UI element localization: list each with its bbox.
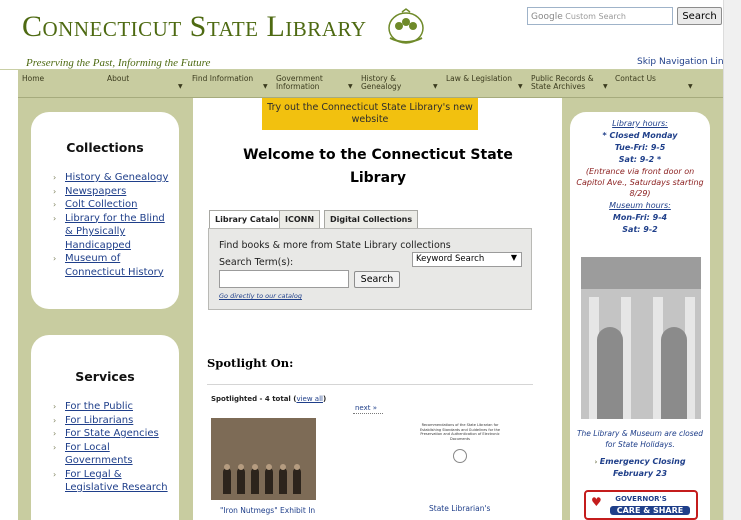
services-box: Services › For the Public › For Librarians…	[31, 335, 179, 520]
tagline: Preserving the Past, Informing the Futur…	[26, 57, 211, 69]
bullet-icon: ›	[53, 442, 57, 452]
document-thumbnail[interactable]: Recommendations of the State Librarian f…	[414, 423, 506, 503]
spotlight-heading: Spotlight On:	[207, 356, 294, 370]
library-hours-link[interactable]: Library hours:	[570, 118, 710, 129]
divider	[207, 384, 533, 385]
chevron-down-icon: ▼	[603, 83, 608, 90]
hours-box: Library hours: * Closed Monday Tue-Fri: …	[570, 112, 710, 520]
chevron-down-icon: ▼	[178, 83, 183, 90]
right-sidebar: Library hours: * Closed Monday Tue-Fri: …	[562, 98, 723, 520]
view-all-link[interactable]: view all	[296, 395, 323, 403]
hours-sat: Sat: 9-2 *	[618, 155, 662, 164]
search-term-label: Search Term(s):	[219, 257, 294, 268]
museum-hours-sat: Sat: 9-2	[622, 225, 658, 234]
collections-title: Collections	[66, 140, 144, 155]
services-item[interactable]: › For Legal & Legislative Research	[53, 468, 171, 495]
nav-government-information[interactable]: Government Information	[276, 75, 331, 91]
services-title: Services	[75, 369, 135, 384]
chevron-down-icon: ▼	[433, 83, 438, 90]
state-seal-icon	[388, 8, 424, 44]
bullet-icon: ›	[53, 469, 57, 479]
collections-item[interactable]: › History & Genealogy	[53, 171, 171, 185]
services-item[interactable]: › For State Agencies	[53, 427, 171, 441]
bullet-icon: ›	[53, 429, 57, 438]
bullet-icon: ›	[53, 402, 57, 411]
chevron-down-icon: ▼	[348, 83, 353, 90]
hours-tue-fri: Tue-Fri: 9-5	[614, 143, 666, 152]
holiday-notice: The Library & Museum are closed for Stat…	[576, 429, 704, 449]
governors-care-share-banner[interactable]: ♥ GOVERNOR'S CARE & SHARE	[584, 490, 698, 520]
seal-icon	[453, 449, 467, 463]
tab-iconn[interactable]: ICONN	[279, 210, 321, 228]
collections-box: Collections › History & Genealogy › Newspa…	[31, 112, 179, 309]
site-title[interactable]: Connecticut State Library	[22, 10, 367, 44]
services-item[interactable]: › For Local Governments	[53, 441, 171, 468]
chevron-down-icon: ▼	[518, 83, 523, 90]
hours-closed-monday: * Closed Monday	[602, 131, 678, 140]
services-item[interactable]: › For the Public	[53, 400, 171, 414]
spotlight-count: Spotlighted - 4 total (view all)	[211, 395, 327, 403]
library-building-photo	[581, 257, 701, 419]
main-content: Try out the Connecticut State Library's …	[193, 98, 562, 520]
site-header: Connecticut State Library Preserving the…	[0, 0, 741, 70]
catalog-description: Find books & more from State Library col…	[219, 240, 451, 251]
collections-item[interactable]: › Library for the Blind & Physically Hand…	[53, 212, 171, 253]
go-to-catalog-link[interactable]: Go directly to our catalog	[219, 292, 302, 300]
search-type-value: Keyword Search	[416, 254, 485, 264]
entrance-note: (Entrance via front door on Capitol Ave.…	[576, 167, 704, 198]
bullet-icon: ›	[53, 173, 57, 182]
chevron-down-icon: ▼	[510, 253, 517, 262]
spotlight-caption-1[interactable]: "Iron Nutmegs" Exhibit In	[220, 506, 315, 515]
search-input[interactable]: Google Custom Search	[527, 7, 673, 25]
bullet-icon: ›	[53, 200, 57, 209]
nav-find-information[interactable]: Find Information	[192, 75, 262, 83]
search-term-input[interactable]	[219, 270, 349, 288]
nav-history-genealogy[interactable]: History & Genealogy	[361, 75, 436, 91]
chevron-down-icon: ▼	[263, 83, 268, 90]
bullet-icon: ›	[53, 415, 57, 425]
nav-law-legislation[interactable]: Law & Legislation	[446, 75, 518, 83]
museum-hours-weekday: Mon-Fri: 9-4	[612, 213, 668, 222]
search-placeholder: Custom Search	[565, 12, 626, 21]
catalog-search-panel: Find books & more from State Library col…	[208, 228, 532, 310]
spotlight-next-link[interactable]: next »	[352, 404, 384, 414]
collections-item[interactable]: › Newspapers	[53, 185, 171, 199]
scrollbar[interactable]	[723, 0, 741, 520]
chevron-down-icon: ▼	[688, 83, 693, 90]
nav-about[interactable]: About	[107, 75, 151, 83]
search-type-select[interactable]: Keyword Search ▼	[412, 252, 522, 267]
museum-hours-link[interactable]: Museum hours:	[570, 200, 710, 211]
collections-item[interactable]: › Colt Collection	[53, 198, 171, 212]
catalog-search-button[interactable]: Search	[354, 271, 400, 288]
google-brand: Google	[531, 12, 563, 22]
nav-contact-us[interactable]: Contact Us	[615, 75, 675, 83]
search-button[interactable]: Search	[677, 7, 722, 25]
skip-navigation-link[interactable]: Skip Navigation Links	[637, 57, 734, 67]
heart-icon: ♥	[591, 495, 602, 509]
new-website-banner[interactable]: Try out the Connecticut State Library's …	[262, 98, 478, 130]
services-item[interactable]: › For Librarians	[53, 414, 171, 428]
tab-digital-collections[interactable]: Digital Collections	[324, 210, 419, 228]
nav-public-records[interactable]: Public Records & State Archives	[531, 75, 599, 91]
emergency-closing-link[interactable]: › Emergency Closing February 23	[574, 456, 706, 479]
nav-home[interactable]: Home	[22, 75, 66, 83]
document-title: Recommendations of the State Librarian f…	[419, 423, 501, 441]
spotlight-caption-2[interactable]: State Librarian's	[429, 504, 490, 513]
bullet-icon: ›	[53, 213, 57, 223]
bullet-icon: ›	[53, 186, 57, 196]
iron-nutmegs-photo[interactable]	[211, 418, 316, 500]
bullet-icon: ›	[53, 254, 57, 263]
welcome-heading: Welcome to the Connecticut State Library	[243, 147, 513, 186]
left-sidebar: Collections › History & Genealogy › Newspa…	[18, 98, 193, 520]
collections-item[interactable]: › Museum of Connecticut History	[53, 252, 171, 279]
main-nav: Home About ▼ Find Information ▼ Governme…	[18, 70, 723, 98]
